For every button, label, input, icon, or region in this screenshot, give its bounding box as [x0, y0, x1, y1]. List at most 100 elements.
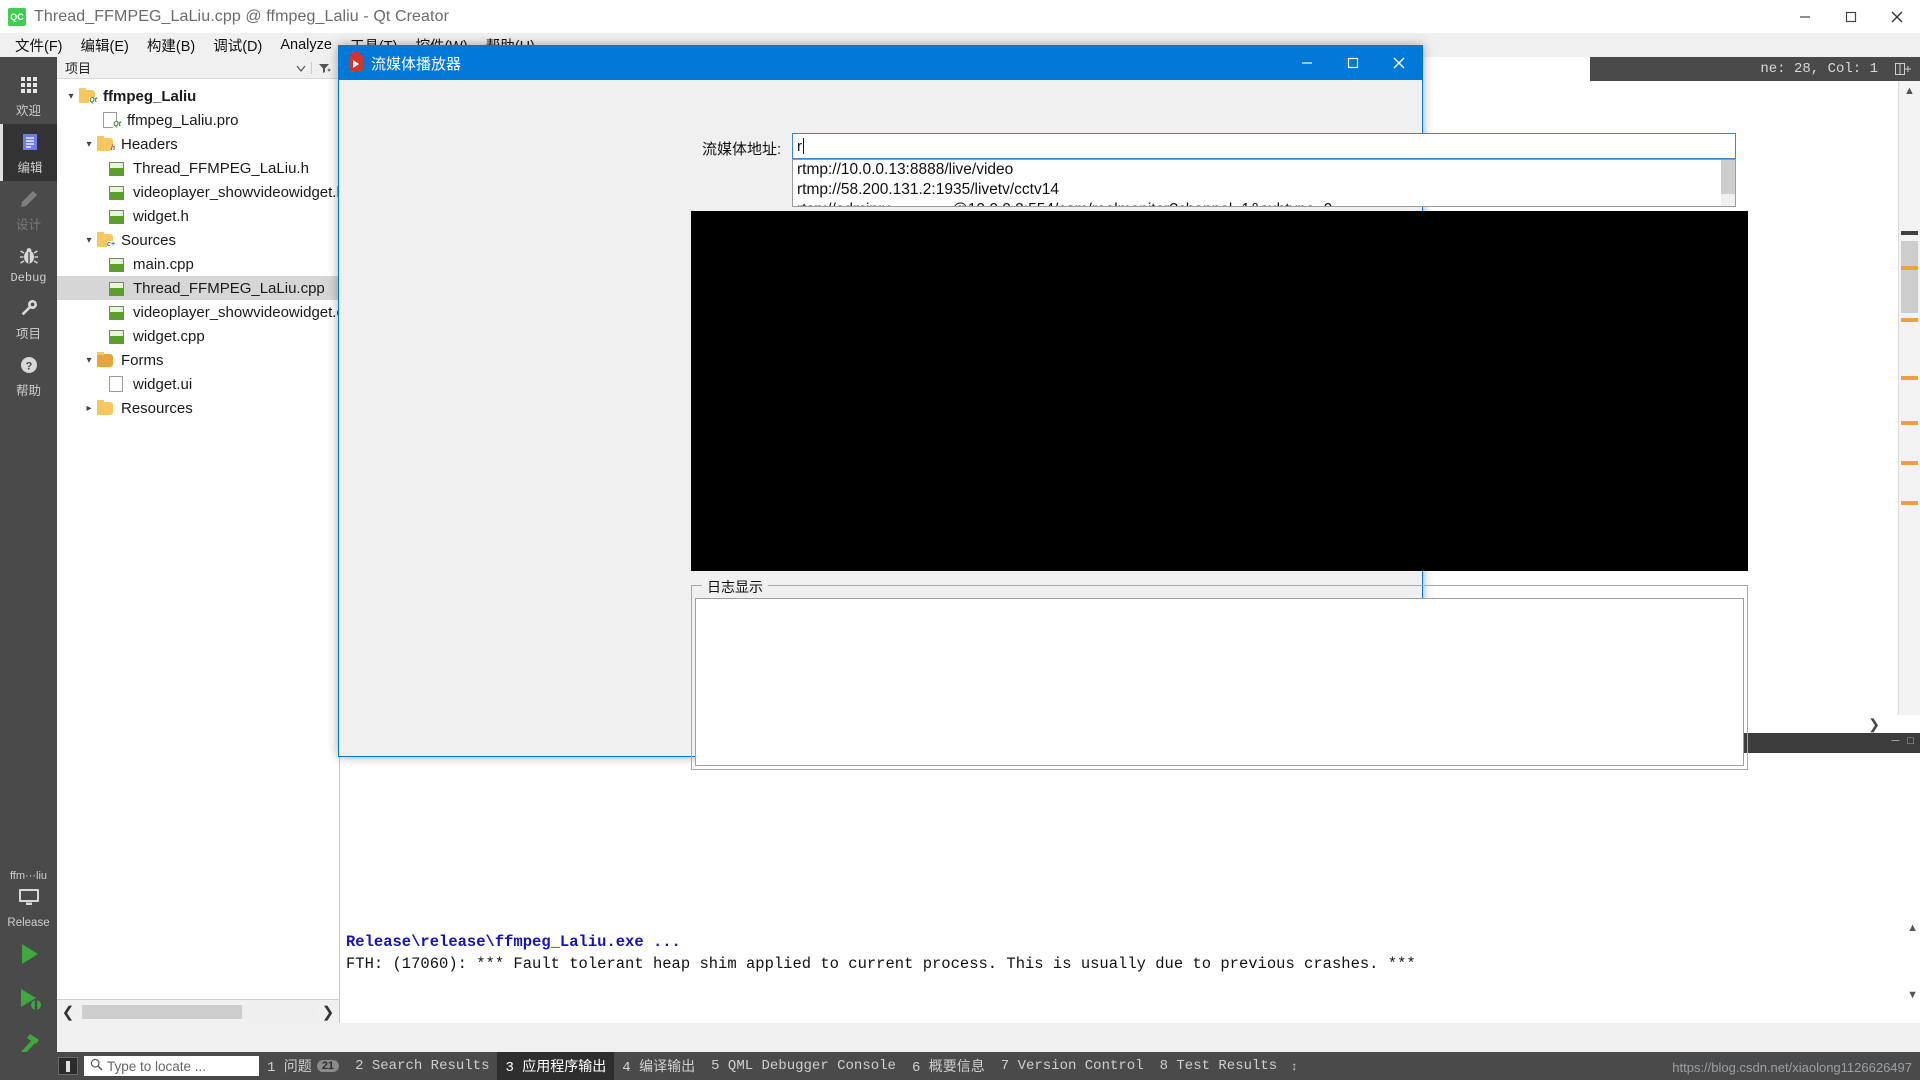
sidebar-toggle-icon[interactable] [58, 1057, 78, 1075]
tree-item-widget-header[interactable]: widget.h [57, 204, 339, 228]
folder-ui-icon [97, 352, 115, 368]
application-output-pane[interactable]: Release\release\ffmpeg_Laliu.exe ... FTH… [340, 920, 1920, 1023]
chevron-down-icon[interactable]: ▾ [81, 139, 97, 150]
menu-edit[interactable]: 编辑(E) [72, 33, 138, 58]
completer-list: rtmp://10.0.0.13:8888/live/video rtmp://… [793, 160, 1722, 206]
chevron-right-icon[interactable]: ❯ [317, 1003, 339, 1021]
tree-item-main-cpp[interactable]: main.cpp [57, 252, 339, 276]
editor-vertical-scrollbar[interactable]: ▲ [1898, 81, 1920, 715]
project-horizontal-scrollbar[interactable]: ❮ ❯ [57, 999, 339, 1023]
address-completer-popup[interactable]: rtmp://10.0.0.13:8888/live/video rtmp://… [792, 159, 1736, 207]
status-tab-compile-output[interactable]: 4 编译输出 [614, 1052, 703, 1080]
filter-icon[interactable] [311, 61, 335, 74]
chevron-down-icon[interactable] [291, 62, 311, 74]
mode-welcome[interactable]: 欢迎 [0, 67, 57, 124]
chevron-down-icon[interactable]: ▾ [63, 91, 79, 102]
maximize-button[interactable] [1828, 0, 1874, 33]
tree-item-pro-file[interactable]: Qt ffmpeg_Laliu.pro [57, 108, 339, 132]
tree-item-thread-cpp[interactable]: Thread_FFMPEG_LaLiu.cpp [57, 276, 339, 300]
ui-file-icon [109, 376, 127, 392]
qt-pro-file-icon: Qt [103, 112, 121, 128]
status-tab-version-control[interactable]: 7 Version Control [993, 1054, 1152, 1078]
logo-text: QC [10, 11, 24, 22]
dialog-body: 流媒体地址: r rtmp://10.0.0.13:8888/live/vide… [339, 80, 1748, 770]
document-lines-icon [18, 130, 42, 154]
split-editor-icon[interactable] [1894, 61, 1912, 77]
run-debug-icon[interactable] [16, 986, 42, 1017]
scroll-marker-warning [1901, 318, 1918, 322]
scrollbar-thumb[interactable] [82, 1004, 242, 1019]
status-tab-general-messages[interactable]: 6 概要信息 [904, 1052, 993, 1080]
menu-analyze[interactable]: Analyze [271, 35, 341, 55]
run-triangle-icon[interactable] [16, 941, 42, 972]
status-tab-issues[interactable]: 1 问题 21 [259, 1052, 347, 1080]
dialog-minimize-button[interactable] [1284, 46, 1330, 80]
tree-item-headers[interactable]: ▾ h Headers [57, 132, 339, 156]
status-tab-search-results[interactable]: 2 Search Results [347, 1054, 497, 1078]
scrollbar-thumb[interactable] [1901, 241, 1918, 313]
chevron-left-icon[interactable]: ❮ [57, 1003, 79, 1021]
mode-projects[interactable]: 项目 [0, 290, 57, 347]
completer-item[interactable]: rtmp://58.200.131.2:1935/livetv/cctv14 [793, 180, 1722, 200]
source-file-icon [109, 304, 127, 320]
stream-address-input[interactable]: r [792, 133, 1736, 159]
chevron-down-icon[interactable]: ▼ [1907, 989, 1918, 1001]
status-tab-test-results[interactable]: 8 Test Results [1152, 1054, 1286, 1078]
menu-file[interactable]: 文件(F) [6, 33, 72, 58]
tree-item-thread-header[interactable]: Thread_FFMPEG_LaLiu.h [57, 156, 339, 180]
mode-welcome-label: 欢迎 [15, 104, 41, 118]
address-label: 流媒体地址: [702, 141, 782, 158]
chevron-right-icon[interactable]: ▸ [81, 403, 97, 414]
kit-project-label: ffm···liu [9, 870, 48, 882]
tree-item-videoplayer-header[interactable]: videoplayer_showvideowidget.h [57, 180, 339, 204]
project-tree: ▾ Qt ffmpeg_Laliu Qt ffmpeg_Laliu.pro ▾ … [57, 79, 339, 420]
minimize-pane-icon[interactable]: ─ [1892, 735, 1900, 747]
tab-label: 2 Search Results [355, 1058, 490, 1074]
tree-item-sources[interactable]: ▾ c+ Sources [57, 228, 339, 252]
tree-item-widget-cpp[interactable]: widget.cpp [57, 324, 339, 348]
dialog-close-button[interactable] [1376, 46, 1422, 80]
tab-label: 8 Test Results [1159, 1058, 1278, 1074]
source-file-icon [109, 328, 127, 344]
maximize-pane-icon[interactable]: □ [1907, 735, 1914, 747]
completer-scrollbar[interactable] [1721, 160, 1735, 206]
chevron-up-icon[interactable]: ▲ [1907, 922, 1918, 934]
tree-label: Sources [121, 231, 177, 249]
mode-debug[interactable]: Debug [0, 238, 57, 290]
tree-item-resources[interactable]: ▸ Resources [57, 396, 339, 420]
mode-edit[interactable]: 编辑 [0, 124, 57, 181]
status-tab-application-output[interactable]: 3 应用程序输出 [497, 1052, 615, 1080]
completer-item[interactable]: rtsp://admin:vxxxxxxxx@10.0.0.2:554/cam/… [793, 200, 1722, 206]
tree-item-videoplayer-cpp[interactable]: videoplayer_showvideowidget.cpp [57, 300, 339, 324]
tree-label: Forms [121, 351, 164, 369]
scroll-marker-warning [1901, 421, 1918, 425]
scroll-marker-warning [1901, 501, 1918, 505]
search-input[interactable]: Type to locate ... [84, 1056, 259, 1076]
tree-item-widget-ui[interactable]: widget.ui [57, 372, 339, 396]
close-button[interactable] [1874, 0, 1920, 33]
chevron-down-icon[interactable]: ▾ [81, 235, 97, 246]
scrollbar-thumb[interactable] [1721, 160, 1735, 194]
chevron-down-icon[interactable]: ▾ [81, 355, 97, 366]
qt-project-icon: Qt [79, 88, 97, 104]
menu-build[interactable]: 构建(B) [138, 33, 204, 58]
kit-selector[interactable]: ffm···liu Release [0, 868, 57, 1080]
completer-item[interactable]: rtmp://10.0.0.13:8888/live/video [793, 160, 1722, 180]
chevron-right-icon[interactable]: ❯ [1868, 716, 1880, 733]
tree-item-project-root[interactable]: ▾ Qt ffmpeg_Laliu [57, 84, 339, 108]
mode-help[interactable]: ? 帮助 [0, 347, 57, 404]
video-display-area[interactable] [691, 211, 1748, 571]
dialog-window-controls [1284, 46, 1422, 80]
redacted-password: xxxxxxxx [890, 200, 952, 206]
chevron-up-icon[interactable]: ▲ [1899, 81, 1920, 101]
tree-item-forms[interactable]: ▾ Forms [57, 348, 339, 372]
dialog-maximize-button[interactable] [1330, 46, 1376, 80]
scrollbar-track[interactable] [79, 1004, 317, 1019]
menu-debug[interactable]: 调试(D) [204, 33, 271, 58]
question-circle-icon: ? [17, 353, 41, 377]
tree-label: widget.ui [133, 375, 193, 393]
status-tab-qml-debugger-console[interactable]: 5 QML Debugger Console [703, 1054, 904, 1078]
minimize-button[interactable] [1782, 0, 1828, 33]
updown-arrows-icon[interactable]: ↕ [1285, 1059, 1297, 1073]
log-text-area[interactable] [695, 598, 1744, 766]
